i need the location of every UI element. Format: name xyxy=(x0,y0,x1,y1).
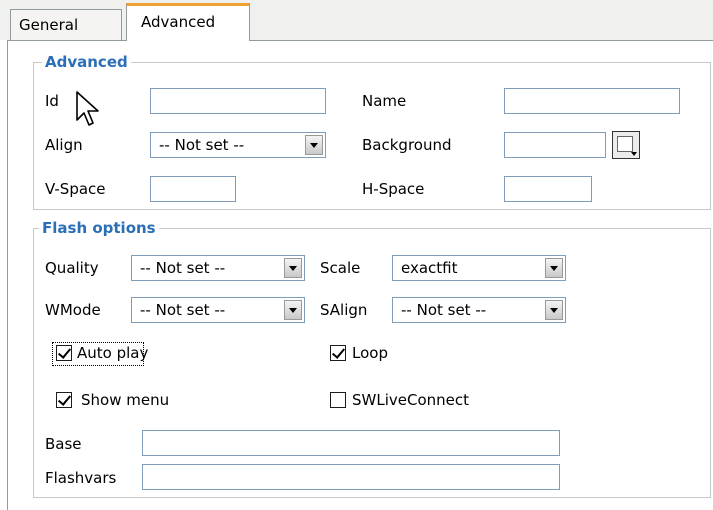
chevron-down-icon[interactable] xyxy=(305,135,323,155)
background-input[interactable] xyxy=(504,132,606,158)
showmenu-checkbox[interactable] xyxy=(56,392,72,408)
flash-options-legend: Flash options xyxy=(39,219,159,237)
salign-label: SAlign xyxy=(320,301,368,319)
chevron-down-icon[interactable] xyxy=(545,258,563,278)
vspace-input[interactable] xyxy=(150,176,236,202)
scale-select-value: exactfit xyxy=(401,259,458,277)
autoplay-checkbox[interactable] xyxy=(56,345,72,361)
wmode-select-value: -- Not set -- xyxy=(140,301,226,319)
align-select-value: -- Not set -- xyxy=(159,136,245,154)
chevron-down-icon[interactable] xyxy=(545,300,563,320)
advanced-legend: Advanced xyxy=(42,53,131,71)
wmode-label: WMode xyxy=(45,301,101,319)
mouse-pointer-icon xyxy=(76,91,99,126)
id-label: Id xyxy=(45,92,59,110)
align-label: Align xyxy=(45,136,83,154)
showmenu-label[interactable]: Show menu xyxy=(81,390,169,410)
id-input[interactable] xyxy=(150,88,326,114)
color-picker-button[interactable] xyxy=(612,131,640,159)
base-input[interactable] xyxy=(142,430,560,456)
name-input[interactable] xyxy=(504,88,680,114)
hspace-label: H-Space xyxy=(362,180,425,198)
flash-properties-dialog: General Advanced Advanced Id Name Align … xyxy=(0,0,713,510)
swliveconnect-label[interactable]: SWLiveConnect xyxy=(352,390,469,410)
hspace-input[interactable] xyxy=(504,176,592,202)
name-label: Name xyxy=(362,92,407,110)
dropdown-arrow-icon xyxy=(631,152,637,156)
quality-label: Quality xyxy=(45,259,99,277)
tab-general[interactable]: General xyxy=(10,9,122,41)
align-select[interactable]: -- Not set -- xyxy=(150,132,326,158)
autoplay-label[interactable]: Auto play xyxy=(77,343,148,363)
quality-select[interactable]: -- Not set -- xyxy=(131,255,305,281)
chevron-down-icon[interactable] xyxy=(284,258,302,278)
chevron-down-icon[interactable] xyxy=(284,300,302,320)
flashvars-label: Flashvars xyxy=(45,469,117,487)
swliveconnect-checkbox[interactable] xyxy=(330,392,346,408)
color-swatch-icon xyxy=(617,136,633,152)
loop-checkbox[interactable] xyxy=(330,345,346,361)
vspace-label: V-Space xyxy=(45,180,106,198)
background-label: Background xyxy=(362,136,452,154)
wmode-select[interactable]: -- Not set -- xyxy=(131,297,305,323)
tab-advanced[interactable]: Advanced xyxy=(126,3,250,41)
scale-select[interactable]: exactfit xyxy=(392,255,566,281)
base-label: Base xyxy=(45,435,82,453)
salign-select[interactable]: -- Not set -- xyxy=(392,297,566,323)
loop-label[interactable]: Loop xyxy=(352,343,388,363)
salign-select-value: -- Not set -- xyxy=(401,301,487,319)
flashvars-input[interactable] xyxy=(142,464,560,490)
quality-select-value: -- Not set -- xyxy=(140,259,226,277)
scale-label: Scale xyxy=(320,259,361,277)
